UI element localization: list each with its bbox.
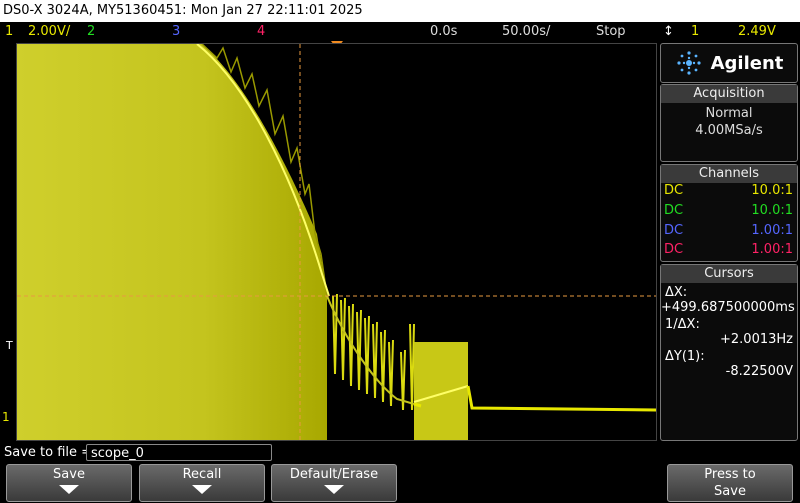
ch1-probe: 10.0:1 — [751, 183, 793, 198]
recall-down-arrow-icon — [192, 485, 212, 494]
waveform-svg — [17, 44, 656, 440]
brand-box: Agilent — [660, 43, 798, 83]
channel-row-4: DC 1.00:1 — [661, 242, 797, 261]
inverse-delta-x-value: +2.0013Hz — [720, 332, 793, 347]
default-erase-softkey-label: Default/Erase — [289, 467, 379, 482]
ch2-probe: 10.0:1 — [751, 203, 793, 218]
cursors-header: Cursors — [661, 265, 797, 283]
ch1-number[interactable]: 1 — [5, 22, 13, 41]
channels-header: Channels — [661, 165, 797, 183]
ch3-probe: 1.00:1 — [751, 223, 793, 238]
save-softkey-label: Save — [53, 467, 85, 482]
time-position[interactable]: 0.0s — [430, 22, 457, 41]
save-down-arrow-icon — [59, 485, 79, 494]
cursors-box[interactable]: Cursors ΔX: +499.687500000ms 1/ΔX: +2.00… — [660, 264, 798, 441]
ch4-number[interactable]: 4 — [257, 22, 265, 41]
press-to-save-softkey[interactable]: Press to Save — [667, 464, 793, 502]
ch1-scale[interactable]: 2.00V/ — [28, 22, 70, 41]
delta-y-value: -8.22500V — [725, 364, 793, 379]
press-to-save-line1: Press to — [704, 467, 756, 482]
status-bar: 1 2.00V/ 2 3 4 0.0s 50.00s/ Stop ↕ 1 2.4… — [0, 22, 800, 41]
burst-block — [414, 342, 468, 440]
save-file-bar: Save to file = scope_0 — [0, 443, 800, 463]
acquisition-header: Acquisition — [661, 85, 797, 103]
signal-envelope — [17, 44, 327, 440]
channel-row-2: DC 10.0:1 — [661, 203, 797, 223]
save-file-label: Save to file = — [4, 445, 93, 460]
channel-row-3: DC 1.00:1 — [661, 223, 797, 242]
window-title: DS0-X 3024A, MY51360451: Mon Jan 27 22:1… — [0, 0, 800, 22]
acquisition-mode: Normal — [705, 106, 753, 121]
channels-box[interactable]: Channels DC 10.0:1 DC 10.0:1 DC 1.00:1 D… — [660, 164, 798, 262]
trigger-channel[interactable]: 1 — [691, 22, 699, 41]
trigger-level-marker: T — [6, 339, 13, 352]
ch2-coupling: DC — [664, 203, 684, 218]
agilent-spark-icon — [676, 51, 701, 75]
ch1-ground-marker[interactable]: 1 — [2, 410, 10, 424]
side-panel: Agilent Acquisition Normal 4.00MSa/s Cha… — [660, 43, 800, 441]
recall-softkey-label: Recall — [182, 467, 222, 482]
default-erase-softkey[interactable]: Default/Erase — [271, 464, 397, 502]
ch3-coupling: DC — [664, 223, 684, 238]
delta-y-label: ΔY(1): — [665, 349, 705, 364]
sample-rate: 4.00MSa/s — [695, 123, 763, 138]
save-filename-field[interactable]: scope_0 — [86, 444, 272, 461]
ch4-coupling: DC — [664, 242, 684, 257]
save-softkey[interactable]: Save — [6, 464, 132, 502]
ch2-number[interactable]: 2 — [87, 22, 95, 41]
run-state: Stop — [596, 24, 626, 39]
ch3-number[interactable]: 3 — [172, 22, 180, 41]
press-to-save-line2: Save — [714, 484, 746, 499]
trigger-mode-icon: ↕ — [663, 24, 674, 39]
acquisition-box[interactable]: Acquisition Normal 4.00MSa/s — [660, 84, 798, 162]
decay-tail — [326, 295, 415, 405]
channel-row-1: DC 10.0:1 — [661, 183, 797, 203]
default-erase-down-arrow-icon — [324, 485, 344, 494]
ch1-coupling: DC — [664, 183, 684, 198]
brand-name: Agilent — [710, 52, 784, 74]
time-scale[interactable]: 50.00s/ — [502, 22, 550, 41]
decay-spikes — [332, 293, 415, 411]
delta-x-label: ΔX: — [665, 285, 688, 300]
recall-softkey[interactable]: Recall — [139, 464, 265, 502]
delta-x-value: +499.687500000ms — [661, 300, 795, 315]
waveform-display[interactable] — [16, 43, 657, 441]
trigger-level[interactable]: 2.49V — [738, 22, 776, 41]
inverse-delta-x-label: 1/ΔX: — [665, 317, 700, 332]
ch4-probe: 1.00:1 — [751, 242, 793, 257]
